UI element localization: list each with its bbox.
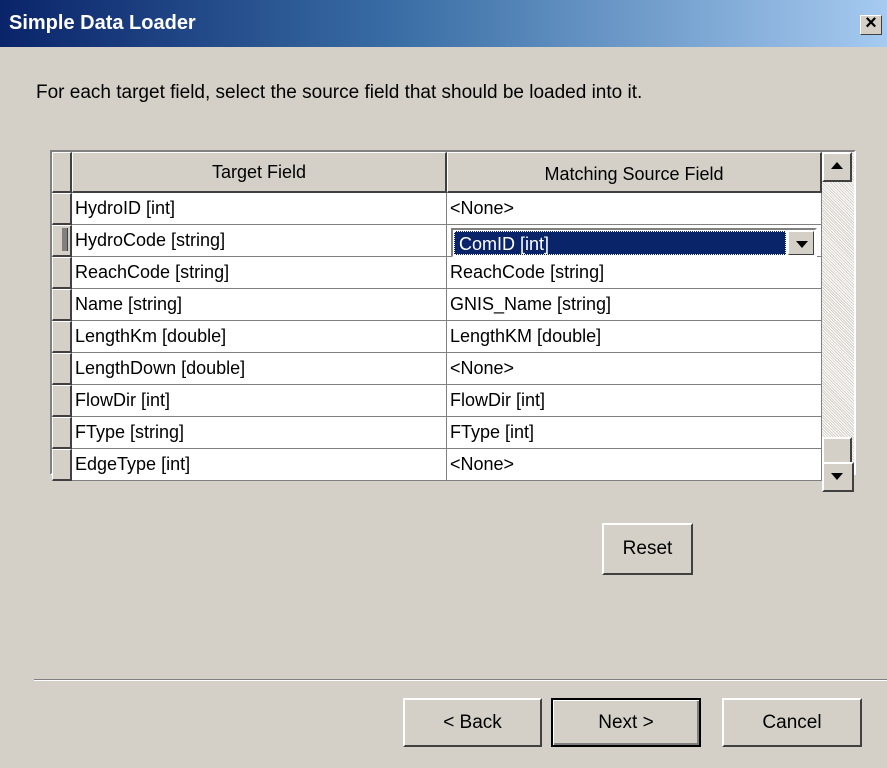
separator-line (34, 679, 887, 681)
source-field-cell[interactable]: FType [int] (447, 417, 822, 449)
close-icon: × (865, 12, 877, 34)
source-field-cell[interactable]: GNIS_Name [string] (447, 289, 822, 321)
source-field-cell[interactable]: <None> (447, 353, 822, 385)
column-header-matching-source-field[interactable]: Matching Source Field (447, 152, 822, 193)
row-header[interactable] (52, 257, 72, 289)
title-bar: Simple Data Loader × (0, 0, 887, 47)
cancel-button[interactable]: Cancel (722, 698, 862, 747)
row-header[interactable] (52, 193, 72, 225)
target-field-cell[interactable]: Name [string] (72, 289, 447, 321)
source-field-cell[interactable]: <None> (447, 193, 822, 225)
row-header[interactable] (52, 353, 72, 385)
target-field-cell[interactable]: LengthDown [double] (72, 353, 447, 385)
row-header[interactable] (52, 385, 72, 417)
row-header[interactable] (52, 449, 72, 481)
row-header[interactable] (52, 289, 72, 321)
source-field-cell[interactable]: FlowDir [int] (447, 385, 822, 417)
instructions-text: For each target field, select the source… (36, 82, 643, 103)
reset-button[interactable]: Reset (602, 523, 693, 575)
chevron-down-icon (796, 241, 808, 248)
row-header[interactable] (52, 225, 72, 257)
arrow-up-icon (831, 162, 843, 169)
vertical-scrollbar[interactable] (822, 152, 854, 473)
row-header[interactable] (52, 321, 72, 353)
row-header[interactable] (52, 417, 72, 449)
close-button[interactable]: × (860, 12, 882, 35)
back-button[interactable]: < Back (403, 698, 542, 747)
source-field-cell[interactable]: LengthKM [double] (447, 321, 822, 353)
column-header-target-field[interactable]: Target Field (72, 152, 447, 193)
target-field-cell[interactable]: FType [string] (72, 417, 447, 449)
scroll-down-button-full[interactable] (822, 462, 854, 492)
next-button[interactable]: Next > (551, 698, 701, 747)
scroll-up-button[interactable] (822, 152, 852, 182)
row-selector-mark (62, 228, 68, 251)
target-field-cell[interactable]: HydroID [int] (72, 193, 447, 225)
target-field-cell[interactable]: EdgeType [int] (72, 449, 447, 481)
window-title: Simple Data Loader (9, 12, 196, 34)
target-field-cell[interactable]: LengthKm [double] (72, 321, 447, 353)
dropdown-selected-value: ComID [int] (454, 231, 786, 255)
source-field-cell[interactable]: <None> (447, 449, 822, 481)
source-field-cell[interactable]: ReachCode [string] (447, 257, 822, 289)
source-field-dropdown[interactable]: ComID [int] (451, 228, 817, 258)
scroll-thumb[interactable] (822, 437, 852, 465)
target-field-cell[interactable]: FlowDir [int] (72, 385, 447, 417)
arrow-down-icon (831, 473, 843, 480)
field-mapping-grid: Target Field Matching Source Field HydroID… (50, 150, 856, 481)
dropdown-button[interactable] (788, 231, 814, 255)
target-field-cell[interactable]: HydroCode [string] (72, 225, 447, 257)
grid-corner-header (52, 152, 72, 193)
target-field-cell[interactable]: ReachCode [string] (72, 257, 447, 289)
